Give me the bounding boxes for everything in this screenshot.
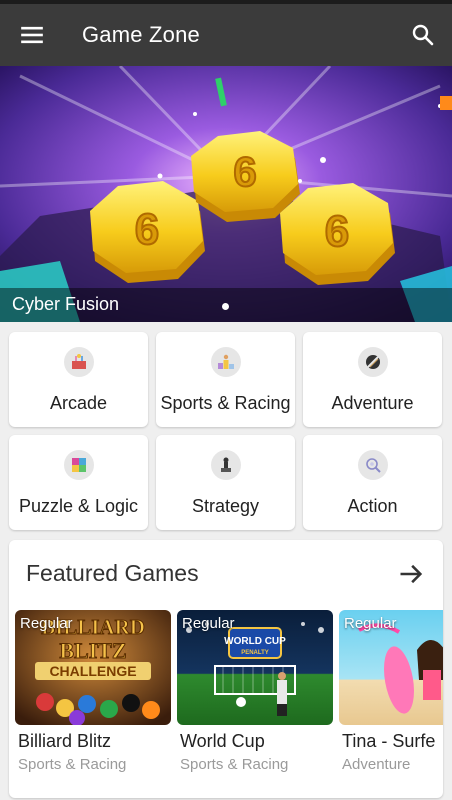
banner-artwork: 6 6 6 bbox=[0, 66, 452, 322]
category-label: Strategy bbox=[191, 496, 260, 516]
featured-banner[interactable]: 6 6 6 Cyber Fusion bbox=[0, 66, 452, 322]
search-button[interactable] bbox=[394, 4, 452, 66]
arcade-icon bbox=[63, 347, 94, 377]
thumb-text: CHALLENGE bbox=[49, 663, 136, 679]
game-name: Tina - Surfe bbox=[342, 731, 436, 751]
action-icon bbox=[357, 450, 388, 480]
category-arcade[interactable]: Arcade bbox=[9, 332, 148, 427]
category-label: Arcade bbox=[49, 393, 108, 413]
category-puzzle-logic[interactable]: Puzzle & Logic bbox=[9, 435, 148, 530]
game-badge: Regular bbox=[344, 615, 397, 632]
category-action[interactable]: Action bbox=[303, 435, 442, 530]
svg-text:6: 6 bbox=[233, 148, 256, 195]
game-badge: Regular bbox=[20, 615, 73, 632]
puzzle-icon bbox=[63, 450, 94, 480]
category-strategy[interactable]: Strategy bbox=[156, 435, 295, 530]
banner-title: Cyber Fusion bbox=[12, 294, 120, 314]
category-label: Adventure bbox=[331, 393, 414, 413]
game-card-tina-surfer[interactable]: Regular Tina - Surfe Adventure bbox=[339, 610, 443, 798]
thumb-text: WORLD CUP bbox=[224, 636, 286, 647]
category-adventure[interactable]: Adventure bbox=[303, 332, 442, 427]
game-name: Billiard Blitz bbox=[18, 731, 112, 751]
svg-text:6: 6 bbox=[325, 207, 349, 256]
category-grid: Arcade Sports & Racing Adventure Puzzle … bbox=[9, 332, 443, 530]
thumb-text: PENALTY bbox=[241, 650, 269, 656]
category-label: Puzzle & Logic bbox=[18, 496, 139, 516]
hamburger-menu-icon bbox=[21, 26, 43, 44]
game-genre: Adventure bbox=[342, 756, 411, 773]
game-genre: Sports & Racing bbox=[18, 756, 127, 773]
game-badge: Regular bbox=[182, 615, 235, 632]
app-bar: Game Zone bbox=[0, 4, 452, 66]
featured-games-section: Featured Games BILLIARD BLITZ CHALLENGE … bbox=[9, 540, 443, 798]
app-title: Game Zone bbox=[82, 22, 200, 47]
category-label: Sports & Racing bbox=[160, 393, 291, 413]
category-label: Action bbox=[347, 496, 398, 516]
menu-button[interactable] bbox=[0, 4, 64, 66]
featured-games-list[interactable]: BILLIARD BLITZ CHALLENGE Regular Billiar… bbox=[15, 610, 443, 798]
thumb-text: BLITZ bbox=[59, 638, 126, 663]
featured-games-title: Featured Games bbox=[26, 560, 199, 586]
svg-text:6: 6 bbox=[135, 205, 159, 254]
game-name: World Cup bbox=[180, 731, 265, 751]
search-icon bbox=[412, 24, 434, 46]
sports-racing-icon bbox=[210, 347, 241, 377]
adventure-icon bbox=[357, 347, 388, 377]
carousel-indicator-dot[interactable] bbox=[222, 303, 229, 310]
arrow-right-icon[interactable] bbox=[397, 560, 425, 588]
game-card-billiard-blitz[interactable]: BILLIARD BLITZ CHALLENGE Regular Billiar… bbox=[15, 610, 171, 798]
strategy-icon bbox=[210, 450, 241, 480]
category-sports-racing[interactable]: Sports & Racing bbox=[156, 332, 295, 427]
game-genre: Sports & Racing bbox=[180, 756, 289, 773]
game-card-world-cup[interactable]: WORLD CUP PENALTY Regular World Cup Spor… bbox=[177, 610, 333, 798]
